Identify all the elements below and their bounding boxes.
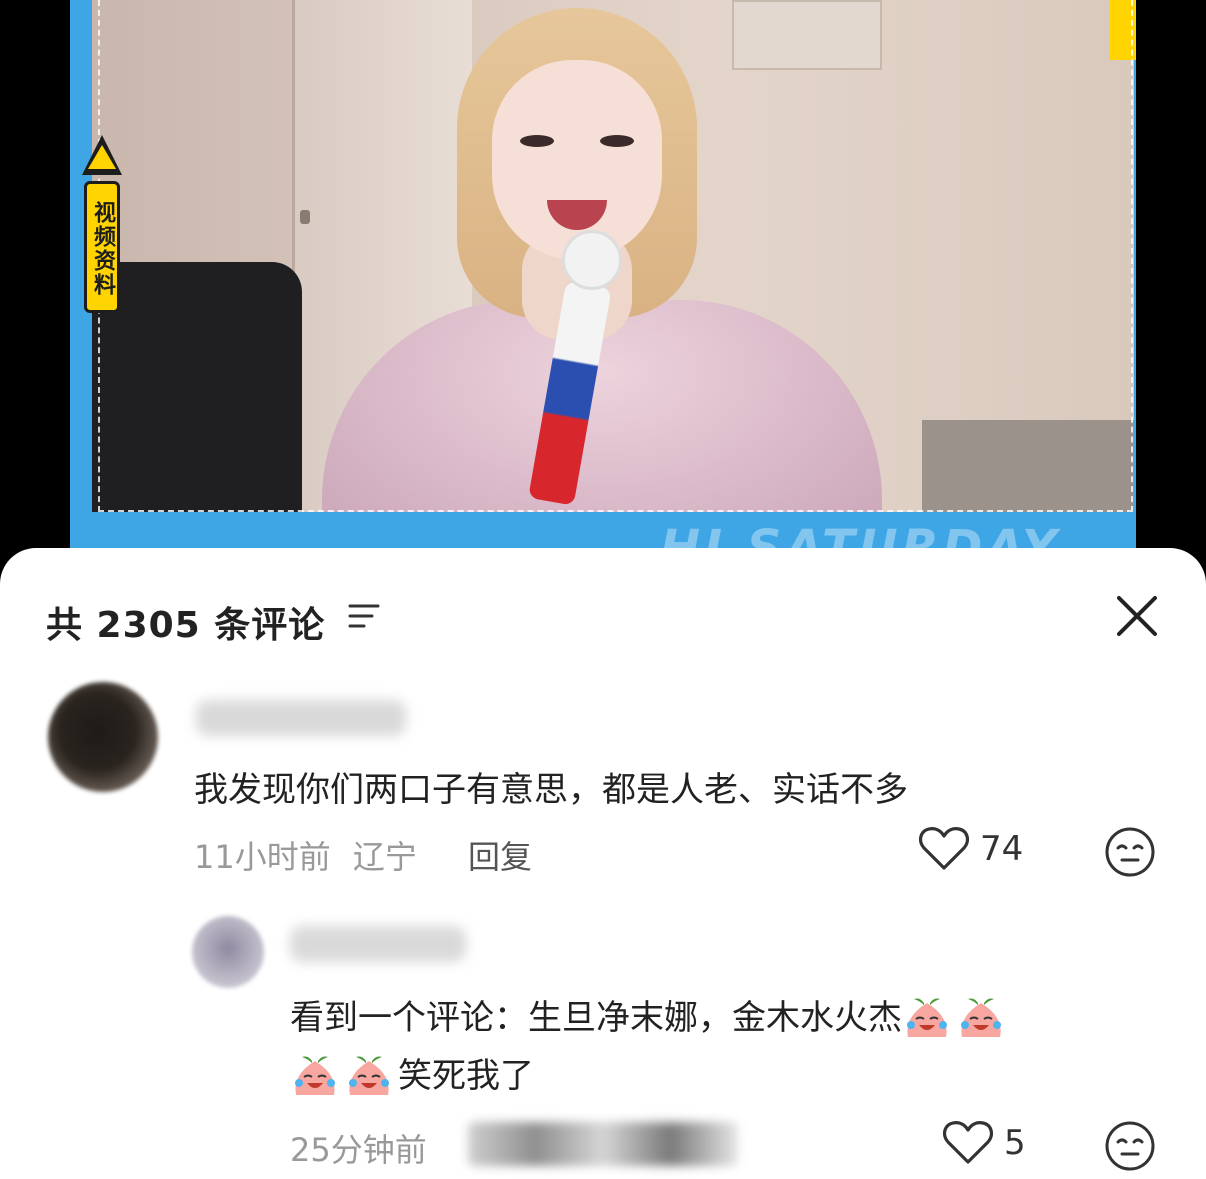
avatar[interactable] bbox=[192, 916, 264, 988]
video-badge: 视频资料 bbox=[82, 135, 122, 315]
like-button[interactable]: 5 bbox=[942, 1120, 1026, 1166]
username-blurred[interactable] bbox=[290, 926, 466, 962]
crying-laughing-peach-emoji bbox=[907, 998, 947, 1037]
comment-location: 辽宁 bbox=[352, 838, 417, 876]
filter-lines-icon[interactable] bbox=[348, 601, 380, 631]
comment-line-2-text: 笑死我了 bbox=[398, 1056, 534, 1096]
close-icon[interactable] bbox=[1113, 592, 1161, 640]
crying-laughing-peach-emoji bbox=[349, 1056, 389, 1095]
dashed-frame bbox=[98, 0, 1133, 512]
comment-time: 25分钟前 bbox=[290, 1131, 427, 1169]
like-button[interactable]: 74 bbox=[918, 826, 1023, 872]
video-player[interactable]: HI SATURDAY 视频资料 bbox=[0, 0, 1206, 560]
meh-face-icon[interactable] bbox=[1104, 1120, 1156, 1172]
comment-text: 看到一个评论：生旦净末娜，金木水火杰 笑死我了 bbox=[290, 990, 1160, 1104]
comment-meta: 11小时前 辽宁 bbox=[194, 832, 417, 878]
comment-line-1-text: 看到一个评论：生旦净末娜，金木水火杰 bbox=[290, 998, 902, 1038]
heart-outline-icon bbox=[942, 1121, 994, 1164]
username-blurred[interactable] bbox=[196, 700, 406, 736]
like-count: 5 bbox=[1004, 1123, 1026, 1163]
crying-laughing-peach-emoji bbox=[295, 1056, 335, 1095]
location-blurred bbox=[468, 1122, 738, 1166]
like-count: 74 bbox=[980, 829, 1024, 869]
crying-laughing-peach-emoji bbox=[961, 998, 1001, 1037]
comment-line-1: 看到一个评论：生旦净末娜，金木水火杰 bbox=[290, 990, 1160, 1046]
badge-label: 视频资料 bbox=[84, 181, 120, 313]
comment-line-2: 笑死我了 bbox=[290, 1048, 1160, 1104]
comments-count-title: 共 2305 条评论 bbox=[46, 605, 326, 646]
meh-face-icon[interactable] bbox=[1104, 826, 1156, 878]
avatar[interactable] bbox=[48, 682, 158, 792]
heart-outline-icon bbox=[918, 827, 970, 870]
comment-text: 我发现你们两口子有意思，都是人老、实话不多 bbox=[194, 770, 908, 810]
reply-button[interactable]: 回复 bbox=[468, 832, 532, 878]
comment-time: 11小时前 bbox=[194, 838, 331, 876]
